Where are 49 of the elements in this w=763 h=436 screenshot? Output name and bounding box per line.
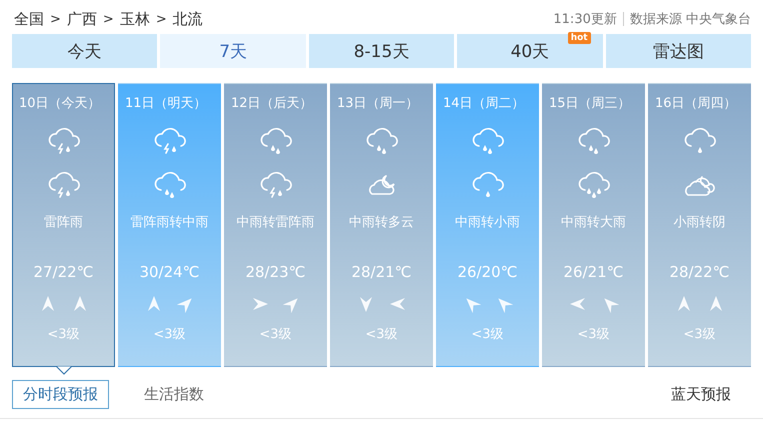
data-source: 数据来源 中央气象台	[630, 11, 751, 28]
weather-text: 中雨转小雨	[455, 214, 520, 231]
temperature: 26/20℃	[457, 263, 518, 281]
breadcrumb-separator: >	[156, 12, 167, 26]
temperature: 30/24℃	[139, 263, 200, 281]
day-date: 10日（今天）	[19, 95, 101, 112]
side-link[interactable]: 蓝天预报	[671, 384, 731, 404]
temperature: 28/23℃	[245, 263, 306, 281]
weather-text: 小雨转阴	[674, 214, 726, 231]
breadcrumb-link[interactable]: 全国	[14, 10, 44, 28]
wind-arrow-icon	[568, 295, 586, 313]
breadcrumb-separator: >	[102, 12, 114, 26]
wind-arrow-icon	[388, 295, 406, 313]
weather-text: 中雨转雷阵雨	[236, 214, 314, 231]
breadcrumb-link[interactable]: 广西	[66, 10, 97, 28]
day-date: 12日（后天）	[231, 95, 313, 112]
sub-tab[interactable]: 分时段预报	[12, 380, 109, 408]
wind-level: <3级	[259, 326, 292, 343]
forecast-tab[interactable]: 今天	[12, 34, 158, 68]
wind-level: <3级	[365, 326, 398, 343]
wind-level: <3级	[683, 326, 716, 343]
temperature: 28/22℃	[669, 263, 730, 281]
weather-text: 中雨转多云	[349, 214, 414, 231]
wind-level: <3级	[577, 326, 610, 343]
forecast-tab[interactable]: 雷达图	[606, 34, 752, 68]
wind-level: <3级	[47, 326, 80, 343]
day-date: 16日（周四）	[655, 95, 737, 112]
day-date: 11日（明天）	[125, 95, 207, 112]
breadcrumb-link[interactable]: 玉林	[120, 10, 150, 28]
day-date: 15日（周三）	[549, 95, 631, 112]
pointer-icon	[56, 366, 72, 375]
temperature: 27/22℃	[33, 263, 94, 281]
weather-text: 雷阵雨转中雨	[130, 214, 208, 231]
wind-level: <3级	[153, 326, 186, 343]
temperature: 28/21℃	[351, 263, 412, 281]
forecast-tab[interactable]: 7天	[160, 34, 306, 68]
day-date: 14日（周二）	[443, 95, 525, 112]
update-time: 11:30更新	[553, 11, 617, 28]
weather-text: 雷阵雨	[44, 214, 83, 231]
wind-arrow-icon	[250, 295, 268, 313]
forecast-tab[interactable]: 8-15天	[308, 34, 454, 68]
weather-text: 中雨转大雨	[561, 214, 626, 231]
forecast-tab[interactable]: 40天 hot	[457, 34, 603, 68]
breadcrumb-separator: >	[50, 12, 61, 26]
hot-badge: hot	[568, 32, 591, 44]
wind-level: <3级	[471, 326, 504, 343]
temperature: 26/21℃	[563, 263, 624, 281]
day-date: 13日（周一）	[337, 95, 419, 112]
breadcrumb-link[interactable]: 北流	[172, 10, 203, 28]
